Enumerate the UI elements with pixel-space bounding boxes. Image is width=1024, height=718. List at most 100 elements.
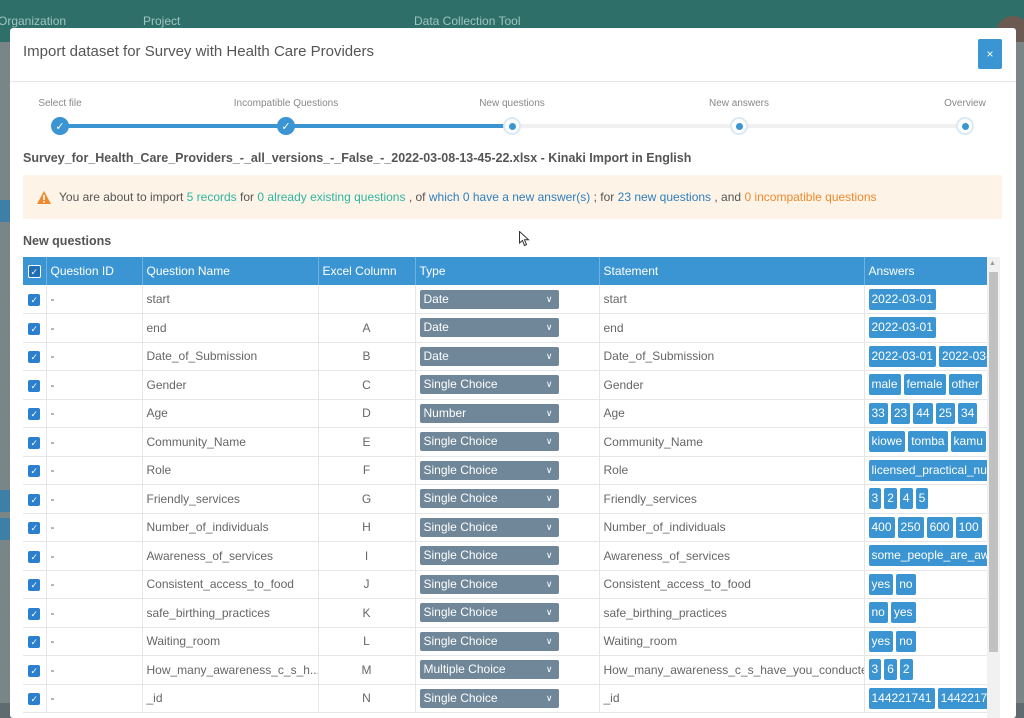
table-row[interactable]: ✓ - Awareness_of_services I Single Choice ∨ Aw… — [23, 541, 1000, 571]
table-row[interactable]: ✓ - How_many_awareness_c_s_h... M Multiple C… — [23, 655, 1000, 685]
type-select[interactable]: Single Choice ∨ — [419, 489, 559, 509]
table-scrollbar[interactable]: ▲ — [987, 257, 1000, 718]
table-row[interactable]: ✓ - Date_of_Submission B Date ∨ Date_of_Submis… — [23, 342, 1000, 371]
table-row[interactable]: ✓ - Gender C Single Choice ∨ Gender male female o… — [23, 370, 1000, 400]
cell-statement: Awareness_of_services — [599, 541, 865, 571]
type-select[interactable]: Number ∨ — [419, 403, 559, 423]
chevron-down-icon: ∨ — [545, 293, 553, 304]
row-checkbox[interactable]: ✓ — [28, 379, 41, 392]
cell-question-name: Number_of_individuals — [142, 513, 319, 542]
step-new-answers-dot[interactable] — [730, 117, 748, 135]
step-overview-dot[interactable] — [956, 117, 974, 135]
cell-statement: How_many_awareness_c_s_have_you_conducte… — [599, 655, 865, 685]
header-type[interactable]: Type — [415, 257, 600, 285]
type-select[interactable]: Single Choice ∨ — [419, 631, 559, 651]
type-select-value: Single Choice — [423, 633, 498, 648]
table-row[interactable]: ✓ - Friendly_services G Single Choice ∨ Friend… — [23, 484, 1000, 514]
step-label-overview: Overview — [944, 98, 986, 109]
close-button[interactable]: × — [978, 39, 1002, 69]
chevron-down-icon: ∨ — [545, 692, 553, 703]
cell-answers: yes no — [864, 627, 1000, 656]
type-select[interactable]: Single Choice ∨ — [419, 375, 559, 395]
cell-answers: 2022-03-01 2022-03-01 — [864, 342, 1000, 371]
row-checkbox[interactable]: ✓ — [28, 664, 41, 677]
header-answers[interactable]: Answers — [864, 257, 1000, 285]
cell-question-name: Age — [142, 399, 319, 428]
cell-statement: Gender — [599, 370, 865, 400]
cell-answers: 3245 — [864, 484, 1000, 514]
answer-badge: 44 — [913, 402, 933, 424]
table-row[interactable]: ✓ - Community_Name E Single Choice ∨ Community… — [23, 427, 1000, 457]
row-checkbox[interactable]: ✓ — [28, 636, 41, 649]
row-checkbox[interactable]: ✓ — [28, 351, 41, 364]
cell-question-name: Date_of_Submission — [142, 342, 319, 371]
type-select[interactable]: Single Choice ∨ — [419, 432, 559, 452]
type-select[interactable]: Single Choice ∨ — [419, 517, 559, 537]
type-select[interactable]: Date ∨ — [419, 318, 559, 338]
row-checkbox[interactable]: ✓ — [28, 493, 41, 506]
answer-badge: kamu — [950, 431, 986, 453]
table-row[interactable]: ✓ - Waiting_room L Single Choice ∨ Waiting_roo… — [23, 627, 1000, 656]
row-checkbox[interactable]: ✓ — [28, 607, 41, 620]
cell-type: Date ∨ — [415, 342, 600, 371]
file-title: Survey_for_Health_Care_Providers_-_all_v… — [23, 151, 692, 165]
row-checkbox[interactable]: ✓ — [28, 522, 41, 535]
cell-statement: _id — [599, 684, 865, 713]
cell-excel-column: J — [318, 570, 416, 599]
chevron-down-icon: ∨ — [545, 436, 553, 447]
row-checkbox[interactable]: ✓ — [28, 579, 41, 592]
cell-question-id: - — [46, 313, 143, 343]
row-checkbox[interactable]: ✓ — [28, 550, 41, 563]
cell-excel-column: K — [318, 598, 416, 628]
cell-answers: male female other — [864, 370, 1000, 400]
row-checkbox[interactable]: ✓ — [28, 408, 41, 421]
answer-badge: yes — [890, 602, 916, 624]
cell-question-id: - — [46, 570, 143, 599]
type-select[interactable]: Single Choice ∨ — [419, 603, 559, 623]
row-checkbox[interactable]: ✓ — [28, 322, 41, 335]
step-select-file-check-icon[interactable]: ✓ — [51, 117, 69, 135]
modal-title: Import dataset for Survey with Health Ca… — [23, 43, 374, 60]
select-all-checkbox[interactable]: ✓ — [27, 265, 41, 279]
row-checkbox-cell: ✓ — [23, 513, 47, 542]
cell-question-name: Role — [142, 456, 319, 485]
type-select[interactable]: Single Choice ∨ — [419, 688, 559, 708]
answer-badge: 5 — [915, 488, 929, 510]
row-checkbox[interactable]: ✓ — [28, 693, 41, 706]
cell-statement: Age — [599, 399, 865, 428]
cell-question-name: How_many_awareness_c_s_h... — [142, 655, 319, 685]
header-question-name[interactable]: Question Name — [142, 257, 319, 285]
table-row[interactable]: ✓ - end A Date ∨ end 2022-03-01 — [23, 313, 1000, 343]
cell-type: Number ∨ — [415, 399, 600, 428]
table-row[interactable]: ✓ - Consistent_access_to_food J Single Choic… — [23, 570, 1000, 599]
type-select[interactable]: Single Choice ∨ — [419, 460, 559, 480]
header-question-id[interactable]: Question ID — [46, 257, 143, 285]
step-label-select-file: Select file — [38, 98, 82, 109]
row-checkbox[interactable]: ✓ — [28, 293, 41, 306]
type-select[interactable]: Single Choice ∨ — [419, 574, 559, 594]
table-row[interactable]: ✓ - Number_of_individuals H Single Choice ∨ Nu… — [23, 513, 1000, 542]
type-select[interactable]: Date ∨ — [419, 289, 559, 309]
row-checkbox[interactable]: ✓ — [28, 436, 41, 449]
header-excel-column[interactable]: Excel Column — [318, 257, 416, 285]
cell-type: Single Choice ∨ — [415, 427, 600, 457]
table-row[interactable]: ✓ - _id N Single Choice ∨ _id 144221741 14422174… — [23, 684, 1000, 713]
answer-badge: 25 — [935, 402, 955, 424]
table-row[interactable]: ✓ - Age D Number ∨ Age 33 23 44 25 34 — [23, 399, 1000, 428]
step-new-questions-dot[interactable] — [503, 117, 521, 135]
type-select[interactable]: Multiple Choice ∨ — [419, 660, 559, 680]
scroll-thumb[interactable] — [989, 272, 998, 652]
header-statement[interactable]: Statement — [599, 257, 865, 285]
row-checkbox-cell: ✓ — [23, 541, 47, 571]
type-select-value: Single Choice — [423, 462, 498, 477]
row-checkbox[interactable]: ✓ — [28, 465, 41, 478]
scroll-up-arrow-icon[interactable]: ▲ — [989, 260, 996, 267]
type-select[interactable]: Single Choice ∨ — [419, 546, 559, 566]
cell-statement: end — [599, 313, 865, 343]
table-row[interactable]: ✓ - Role F Single Choice ∨ Role licensed_practi… — [23, 456, 1000, 485]
cell-excel-column — [318, 285, 416, 314]
table-row[interactable]: ✓ - start Date ∨ start 2022-03-01 — [23, 285, 1000, 314]
type-select[interactable]: Date ∨ — [419, 346, 559, 366]
step-incompatible-questions-check-icon[interactable]: ✓ — [277, 117, 295, 135]
table-row[interactable]: ✓ - safe_birthing_practices K Single Choice ∨… — [23, 598, 1000, 628]
